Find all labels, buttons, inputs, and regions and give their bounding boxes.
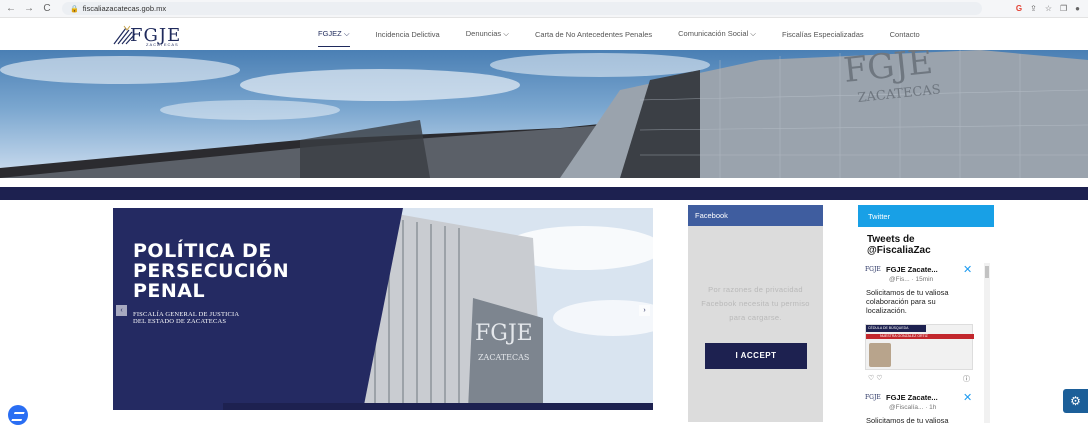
facebook-widget: Facebook Por razones de privacidad Faceb… <box>688 205 823 422</box>
tweet-media-image[interactable]: CÉDULA DE BÚSQUEDA NUESTRA GONZÁLEZ ORTI… <box>865 324 974 370</box>
logo-emblem-icon <box>113 25 136 45</box>
slider-next-button[interactable]: › <box>639 305 650 316</box>
browser-actions: G ⇪ ☆ ❐ ● <box>1016 4 1088 13</box>
facebook-privacy-message: Por razones de privacidad Facebook neces… <box>701 285 810 322</box>
accessibility-icon: ⚙ <box>1070 394 1081 408</box>
hero-building-image: FGJE ZACATECAS <box>0 50 1088 178</box>
logo-subtext: ZACATECAS <box>146 42 179 47</box>
scrollbar-thumb[interactable] <box>985 266 989 278</box>
slide-sign-zacatecas: ZACATECAS <box>478 353 529 362</box>
nav-incidencia-delictiva[interactable]: Incidencia Delictiva <box>376 30 440 39</box>
tweet-feed-scrollbar[interactable] <box>984 263 990 423</box>
slide-subtitle: FISCALÍA GENERAL DE JUSTICIA DEL ESTADO … <box>133 311 239 325</box>
tweet-handle[interactable]: @Fiscalía... · 1h <box>889 404 936 411</box>
tweet-text: Solicitamos de tu valiosa <box>866 416 949 425</box>
site-header: FGJE ZACATECAS FGJEZ ⌵ Incidencia Delict… <box>0 18 1088 50</box>
nav-comunicacion-social[interactable]: Comunicación Social ⌵ <box>678 29 756 39</box>
reload-button[interactable]: C <box>40 3 54 14</box>
slide-bottom-bar <box>223 403 653 410</box>
nav-carta-antecedentes[interactable]: Carta de No Antecedentes Penales <box>535 30 652 39</box>
navy-divider <box>0 187 1088 200</box>
main-nav: FGJEZ ⌵ Incidencia Delictiva Denuncias ⌵… <box>318 18 946 50</box>
news-slider[interactable]: FGJE ZACATECAS POLÍTICA DE PERSECUCIÓN P… <box>113 208 653 410</box>
messenger-chat-button[interactable] <box>8 405 28 425</box>
window-icon[interactable]: ❐ <box>1060 4 1067 13</box>
slide-subtitle-line-2: DEL ESTADO DE ZACATECAS <box>133 318 227 325</box>
hero-banner: FGJE ZACATECAS <box>0 50 1088 178</box>
slide-subtitle-line-1: FISCALÍA GENERAL DE JUSTICIA <box>133 311 240 318</box>
back-button[interactable]: ← <box>4 3 18 14</box>
slide-title: POLÍTICA DE PERSECUCIÓN PENAL <box>133 241 289 301</box>
twitter-widget: Twitter Tweets de @FiscaliaZac FGJE FGJE… <box>858 205 994 427</box>
tweets-title-line-2: @FiscaliaZac <box>867 245 931 256</box>
tweet-media-name: NUESTRA GONZÁLEZ ORTIZ <box>866 334 974 339</box>
tweet-handle[interactable]: @Fis... · 15min <box>889 276 933 283</box>
tweets-title-line-1: Tweets de <box>867 234 915 245</box>
lock-icon: 🔒 <box>70 5 79 13</box>
profile-icon[interactable]: ● <box>1075 4 1080 13</box>
nav-fiscalias-especializadas[interactable]: Fiscalías Especializadas <box>782 30 864 39</box>
nav-denuncias[interactable]: Denuncias ⌵ <box>466 29 509 39</box>
share-icon[interactable]: ⇪ <box>1030 4 1037 13</box>
slide-title-line-3: PENAL <box>133 280 206 302</box>
tweet-media-photo <box>869 343 891 367</box>
star-icon[interactable]: ☆ <box>1045 4 1052 13</box>
twitter-header: Twitter <box>858 205 994 227</box>
accessibility-button[interactable]: ⚙ <box>1063 389 1088 413</box>
tweet-avatar[interactable]: FGJE <box>865 394 883 408</box>
slide-title-line-2: PERSECUCIÓN <box>133 260 290 282</box>
nav-fgjez[interactable]: FGJEZ ⌵ <box>318 29 350 47</box>
tweet-feed[interactable]: FGJE FGJE Zacate... @Fis... · 15min ✕ So… <box>858 260 994 427</box>
browser-toolbar: ← → C 🔒 fiscaliazacatecas.gob.mx G ⇪ ☆ ❐… <box>0 0 1088 18</box>
google-icon[interactable]: G <box>1016 4 1022 13</box>
url-text: fiscaliazacatecas.gob.mx <box>82 4 167 13</box>
address-bar[interactable]: 🔒 fiscaliazacatecas.gob.mx <box>62 2 982 15</box>
site-logo[interactable]: FGJE ZACATECAS <box>112 22 196 48</box>
slide-sign-fgje: FGJE <box>475 321 533 346</box>
tweet-text: Solicitamos de tu valiosa colaboración p… <box>866 288 949 315</box>
forward-button[interactable]: → <box>22 3 36 14</box>
nav-contacto[interactable]: Contacto <box>890 30 920 39</box>
tweet-media-banner: CÉDULA DE BÚSQUEDA <box>866 325 926 332</box>
slide-building-image: FGJE ZACATECAS <box>113 208 653 410</box>
tweet-avatar[interactable]: FGJE <box>865 266 883 280</box>
slide-title-line-1: POLÍTICA DE <box>133 240 272 262</box>
tweet-author-name[interactable]: FGJE Zacate... <box>886 393 938 402</box>
facebook-header: Facebook <box>688 205 823 226</box>
facebook-accept-button[interactable]: I ACCEPT <box>705 343 807 369</box>
tweet-action-icons[interactable]: ♡ ♡ <box>868 374 883 382</box>
x-logo-icon[interactable]: ✕ <box>963 263 972 276</box>
tweets-title[interactable]: Tweets de @FiscaliaZac <box>867 234 931 256</box>
info-icon[interactable]: ⓘ <box>963 374 970 384</box>
tweet-author-name[interactable]: FGJE Zacate... <box>886 265 938 274</box>
x-logo-icon[interactable]: ✕ <box>963 391 972 404</box>
slider-prev-button[interactable]: ‹ <box>116 305 127 316</box>
